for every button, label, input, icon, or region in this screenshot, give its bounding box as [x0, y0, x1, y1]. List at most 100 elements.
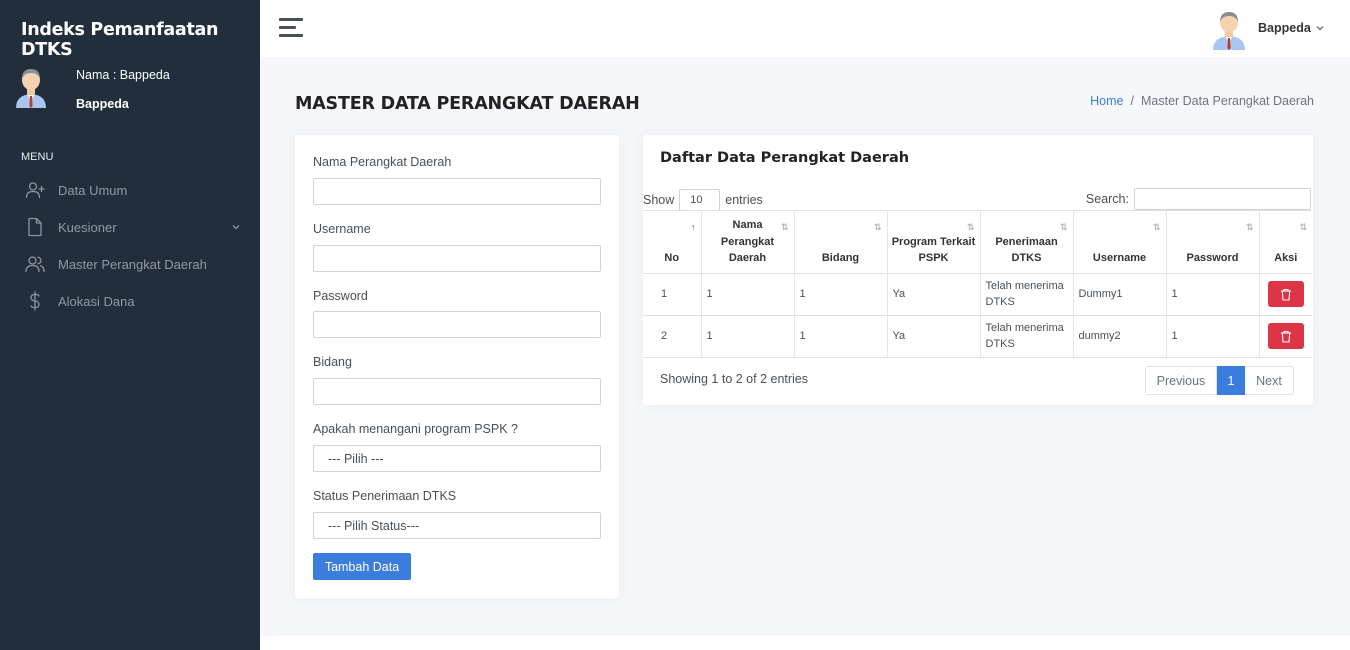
pagination: Previous 1 Next: [1145, 366, 1294, 395]
bidang-label: Bidang: [313, 355, 352, 369]
breadcrumb: Home / Master Data Perangkat Daerah: [1090, 94, 1314, 108]
chevron-down-icon: [232, 225, 240, 230]
sidebar-user-name: Nama : Bappeda: [76, 68, 170, 82]
cell-no: 1: [643, 273, 702, 316]
status-dtks-select[interactable]: --- Pilih Status---: [313, 512, 601, 539]
cell-username: dummy2: [1073, 315, 1167, 358]
sidebar-item-alokasi-dana[interactable]: Alokasi Dana: [0, 284, 260, 318]
breadcrumb-current: Master Data Perangkat Daerah: [1140, 94, 1314, 108]
username-input[interactable]: [313, 245, 601, 272]
nama-perangkat-label: Nama Perangkat Daerah: [313, 155, 452, 169]
table-row: 1 1 1 Ya Telah menerima DTKS Dummy1 1: [643, 273, 1312, 316]
entries-length-control: Show 10 entries: [643, 189, 763, 211]
cell-aksi: [1259, 315, 1312, 358]
trash-icon: [1280, 288, 1291, 301]
cell-pspk: Ya: [887, 315, 981, 358]
footer: [260, 636, 1350, 650]
topbar: Bappeda: [260, 0, 1350, 57]
sort-icon: ⇅: [1059, 222, 1067, 232]
breadcrumb-separator: /: [1130, 94, 1134, 108]
sidebar-item-master-perangkat-daerah[interactable]: Master Perangkat Daerah: [0, 247, 260, 281]
table-card-title: Daftar Data Perangkat Daerah: [660, 150, 910, 166]
column-header-aksi[interactable]: ⇅ Aksi: [1259, 210, 1312, 274]
nama-perangkat-input[interactable]: [313, 178, 601, 205]
trash-icon: [1280, 330, 1291, 343]
cell-pspk: Ya: [887, 273, 981, 316]
delete-button[interactable]: [1267, 281, 1304, 307]
entries-length-select[interactable]: 10: [679, 189, 721, 211]
column-header-dtks[interactable]: ⇅ Penerimaan DTKS: [980, 210, 1074, 274]
sidebar-item-label: Data Umum: [58, 183, 128, 198]
user-avatar-icon[interactable]: [1212, 10, 1246, 50]
status-dtks-label: Status Penerimaan DTKS: [313, 489, 457, 503]
bidang-input[interactable]: [313, 378, 601, 405]
user-avatar-icon: [16, 69, 46, 108]
page-title: MASTER DATA PERANGKAT DAERAH: [295, 94, 640, 114]
table-search: Search:: [1086, 188, 1311, 210]
cell-no: 2: [643, 315, 702, 358]
pagination-next[interactable]: Next: [1245, 366, 1294, 395]
sidebar-item-data-umum[interactable]: Data Umum: [0, 173, 260, 207]
table-header-row: ↑ No ⇅ Nama Perangkat Daerah ⇅ Bidang ⇅ Prog…: [643, 210, 1312, 274]
file-icon: [28, 217, 42, 237]
table-row: 2 1 1 Ya Telah menerima DTKS dummy2 1: [643, 315, 1312, 358]
column-header-nama[interactable]: ⇅ Nama Perangkat Daerah: [701, 210, 795, 274]
sidebar-item-label: Kuesioner: [58, 220, 117, 235]
pagination-page-1[interactable]: 1: [1217, 366, 1245, 395]
password-input[interactable]: [313, 311, 601, 338]
entries-label: entries: [725, 193, 763, 207]
cell-username: Dummy1: [1073, 273, 1167, 316]
search-input[interactable]: [1134, 188, 1311, 210]
column-header-bidang[interactable]: ⇅ Bidang: [794, 210, 888, 274]
sort-icon: ⇅: [1299, 222, 1306, 232]
column-header-password[interactable]: ⇅ Password: [1166, 210, 1260, 274]
column-header-pspk[interactable]: ⇅ Program Terkait PSPK: [887, 210, 981, 274]
pagination-previous[interactable]: Previous: [1145, 366, 1217, 395]
cell-aksi: [1259, 273, 1312, 316]
cell-password: 1: [1166, 315, 1260, 358]
sidebar-user-box: Nama : Bappeda Bappeda: [14, 66, 254, 126]
cell-nama: 1: [701, 315, 795, 358]
chevron-down-icon[interactable]: [1315, 23, 1325, 33]
sidebar-item-label: Master Perangkat Daerah: [58, 257, 207, 272]
column-header-username[interactable]: ⇅ Username: [1073, 210, 1167, 274]
breadcrumb-home-link[interactable]: Home: [1090, 94, 1123, 108]
sidebar-user-role: Bappeda: [76, 97, 129, 111]
data-table: ↑ No ⇅ Nama Perangkat Daerah ⇅ Bidang ⇅ Prog…: [643, 210, 1312, 358]
cell-bidang: 1: [794, 273, 888, 316]
search-label: Search:: [1085, 192, 1129, 206]
password-label: Password: [313, 289, 368, 303]
users-icon: [25, 256, 45, 273]
column-header-no[interactable]: ↑ No: [643, 210, 702, 274]
menu-header: MENU: [21, 151, 54, 163]
sort-icon: ⇅: [780, 222, 788, 232]
cell-dtks: Telah menerima DTKS: [980, 315, 1074, 358]
sidebar: Indeks Pemanfaatan DTKS Nama : Bappeda B…: [0, 0, 260, 650]
cell-password: 1: [1166, 273, 1260, 316]
username-label: Username: [313, 222, 371, 236]
topbar-user-name[interactable]: Bappeda: [1258, 21, 1311, 35]
delete-button[interactable]: [1267, 323, 1304, 349]
app-brand[interactable]: Indeks Pemanfaatan DTKS: [21, 20, 260, 60]
sidebar-item-label: Alokasi Dana: [58, 294, 135, 309]
dollar-icon: [30, 291, 40, 311]
sort-icon: ⇅: [1245, 222, 1253, 232]
table-info: Showing 1 to 2 of 2 entries: [660, 372, 809, 386]
pspk-select[interactable]: --- Pilih ---: [313, 445, 601, 472]
show-label: Show: [643, 193, 675, 207]
table-card: Daftar Data Perangkat Daerah Show 10 ent…: [643, 135, 1313, 405]
sort-icon: ⇅: [873, 222, 881, 232]
tambah-data-button[interactable]: Tambah Data: [313, 553, 411, 580]
cell-dtks: Telah menerima DTKS: [980, 273, 1074, 316]
cell-bidang: 1: [794, 315, 888, 358]
sidebar-item-kuesioner[interactable]: Kuesioner: [0, 210, 260, 244]
main-content: MASTER DATA PERANGKAT DAERAH Home / Master…: [260, 57, 1350, 636]
sort-icon: ⇅: [966, 222, 974, 232]
user-plus-icon: [25, 182, 45, 199]
pspk-label: Apakah menangani program PSPK ?: [313, 422, 518, 436]
sort-icon: ⇅: [1152, 222, 1160, 232]
hamburger-menu-icon[interactable]: [279, 18, 303, 38]
sort-asc-icon: ↑: [691, 222, 695, 232]
form-card: Nama Perangkat Daerah Username Password …: [295, 135, 619, 598]
cell-nama: 1: [701, 273, 795, 316]
